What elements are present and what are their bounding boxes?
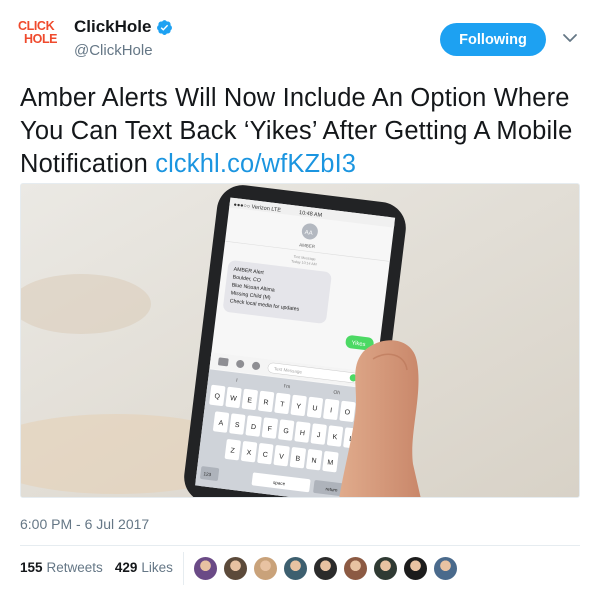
keyboard-key-label: G	[283, 428, 289, 436]
suggestion-2: I'm	[283, 383, 290, 390]
liker-avatar-2[interactable]	[223, 556, 248, 581]
keyboard-key-label: R	[263, 399, 269, 407]
following-button[interactable]: Following	[440, 23, 546, 56]
keyboard-key-label: U	[312, 405, 318, 413]
divider	[20, 545, 580, 546]
likes-count: 429	[114, 560, 138, 575]
stats-separator	[183, 552, 184, 585]
verified-badge-icon	[157, 19, 173, 35]
clickhole-logo[interactable]: CLICK HOLE	[18, 20, 64, 60]
tweet-stats: 155 Retweets 429 Likes	[20, 560, 173, 575]
name-row: ClickHole	[74, 17, 173, 37]
likes-label: Likes	[141, 560, 173, 575]
account-handle[interactable]: @ClickHole	[74, 42, 153, 59]
keyboard-key-label: H	[299, 430, 305, 438]
keyboard-key-label: C	[262, 451, 268, 459]
keyboard-key-label: M	[327, 459, 334, 467]
suggestion-3: Oh	[333, 390, 341, 397]
liker-avatars	[193, 556, 463, 581]
retweets-count: 155	[20, 560, 43, 575]
liker-avatar-5[interactable]	[313, 556, 338, 581]
key-123: 123	[203, 471, 212, 477]
tweet-link[interactable]: clckhl.co/wfKZbI3	[155, 150, 356, 178]
contact-initials: AA	[304, 230, 313, 237]
liker-avatar-8[interactable]	[403, 556, 428, 581]
keyboard-key-label: N	[311, 457, 317, 465]
liker-avatar-6[interactable]	[343, 556, 368, 581]
likes-stat[interactable]: 429 Likes	[115, 560, 173, 575]
liker-avatar-1[interactable]	[193, 556, 218, 581]
keyboard-key-label: W	[230, 395, 238, 403]
liker-avatar-4[interactable]	[283, 556, 308, 581]
liker-avatar-7[interactable]	[373, 556, 398, 581]
tweet-timestamp[interactable]: 6:00 PM - 6 Jul 2017	[20, 516, 149, 532]
chevron-down-icon[interactable]	[562, 32, 578, 44]
tweet-media-photo[interactable]: ●●●○○ Verizon LTE 10:48 AM AA AMBER Text…	[20, 183, 580, 498]
keyboard-key-label: F	[267, 426, 272, 433]
tweet-text: Amber Alerts Will Now Include An Option …	[20, 82, 585, 181]
display-name[interactable]: ClickHole	[74, 17, 151, 37]
logo-wordmark: CLICK HOLE	[18, 19, 58, 46]
photo-illustration: ●●●○○ Verizon LTE 10:48 AM AA AMBER Text…	[21, 184, 579, 497]
retweets-label: Retweets	[46, 560, 103, 575]
keyboard-key-label: D	[250, 424, 256, 432]
retweets-stat[interactable]: 155 Retweets	[20, 560, 103, 575]
liker-avatar-3[interactable]	[253, 556, 278, 581]
liker-avatar-9[interactable]	[433, 556, 458, 581]
tweet-header: CLICK HOLE ClickHole @ClickHole Followin…	[0, 0, 600, 70]
